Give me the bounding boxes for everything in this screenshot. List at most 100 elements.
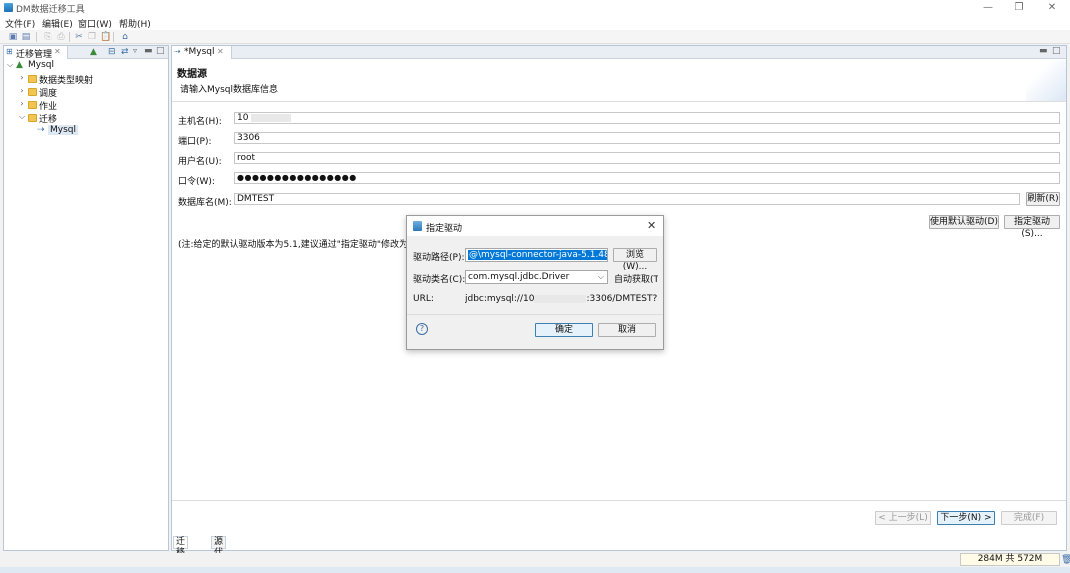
- tab-source-code[interactable]: 源代码: [211, 536, 227, 569]
- host-label: 主机名(H):: [178, 117, 222, 127]
- redacted-block: [251, 113, 292, 122]
- user-label: 用户名(U):: [178, 157, 222, 167]
- minimize-view-icon[interactable]: ▬: [144, 46, 153, 56]
- password-input[interactable]: ●●●●●●●●●●●●●●●●: [234, 172, 1060, 184]
- copy-icon[interactable]: ❐: [87, 32, 97, 42]
- section-title: 数据源: [177, 69, 207, 80]
- dialog-body: 驱动路径(P): @\mysql-connector-java-5.1.48.j…: [407, 236, 663, 349]
- host-input[interactable]: 10: [234, 112, 1060, 124]
- next-button[interactable]: 下一步(N) >: [937, 511, 995, 525]
- ok-button[interactable]: 确定: [535, 323, 593, 337]
- paste-icon[interactable]: 📋: [100, 32, 111, 42]
- port-input[interactable]: 3306: [234, 132, 1060, 144]
- driver-path-value: @\mysql-connector-java-5.1.48.jar: [468, 250, 607, 260]
- folder-icon: [28, 88, 37, 96]
- toolbar: ▣ ▤ ⎘ ⎙ ✂ ❐ 📋 ⌂: [0, 30, 1070, 44]
- cut-icon[interactable]: ✂: [74, 32, 84, 42]
- password-label: 口令(W):: [178, 177, 215, 187]
- tree-item-type-mapping[interactable]: › 数据类型映射: [4, 73, 168, 86]
- banner-graphic: [1026, 60, 1066, 101]
- browse-button[interactable]: 浏览(W)...: [613, 248, 657, 272]
- menu-file[interactable]: 文件(F): [5, 17, 35, 30]
- tab-migration-manager[interactable]: ⊞ 迁移管理 ✕: [4, 46, 68, 60]
- close-button[interactable]: ✕: [1041, 1, 1063, 15]
- port-label: 端口(P):: [178, 137, 212, 147]
- auto-fetch-button[interactable]: 自动获取(T): [614, 272, 658, 285]
- tree-item-migration[interactable]: ⌵ 迁移: [4, 112, 168, 125]
- chevron-right-icon[interactable]: ›: [18, 99, 26, 108]
- tree-item-mysql-root[interactable]: ⌵ ▲ Mysql: [4, 60, 168, 73]
- chevron-right-icon[interactable]: ›: [18, 73, 26, 82]
- memory-status: 284M 共 572M: [960, 553, 1060, 566]
- restore-button[interactable]: ❐: [1008, 1, 1030, 15]
- dialog-close-icon[interactable]: ✕: [647, 219, 656, 232]
- tree-item-label: 作业: [39, 102, 58, 112]
- dialog-title-bar: 指定驱动 ✕: [407, 216, 663, 236]
- folder-icon: [28, 75, 37, 83]
- specify-driver-button[interactable]: 指定驱动(S)...: [1004, 215, 1060, 239]
- tree-item-schedule[interactable]: › 调度: [4, 86, 168, 99]
- divider: [172, 500, 1066, 501]
- cancel-button[interactable]: 取消: [598, 323, 656, 337]
- section-subtitle: 请输入Mysql数据库信息: [180, 85, 278, 95]
- tab-migration-wizard[interactable]: 迁移向导: [173, 536, 189, 573]
- menu-help[interactable]: 帮助(H): [119, 17, 151, 30]
- chevron-down-icon[interactable]: ⌵: [18, 112, 26, 122]
- link-icon[interactable]: ⇄: [121, 47, 129, 57]
- save-icon[interactable]: ▣: [8, 32, 18, 42]
- chevron-down-icon[interactable]: ⌵: [598, 271, 604, 283]
- folder-open-icon: [28, 114, 37, 122]
- menu-edit[interactable]: 编辑(E): [42, 17, 73, 30]
- import-icon[interactable]: ⎘: [43, 32, 53, 42]
- close-tab-icon[interactable]: ✕: [217, 47, 224, 56]
- collapse-icon[interactable]: ⊟: [108, 47, 116, 57]
- url-prefix: jdbc:mysql://10: [465, 294, 535, 304]
- toolbar-separator: [113, 32, 114, 42]
- migration-task-icon: ⇢: [37, 125, 45, 135]
- use-default-driver-button[interactable]: 使用默认驱动(D): [929, 215, 999, 229]
- view-menu-icon[interactable]: ▿: [133, 46, 137, 55]
- tree-item-label: 调度: [39, 89, 58, 99]
- maximize-view-icon[interactable]: □: [156, 46, 165, 56]
- menu-window[interactable]: 窗口(W): [78, 17, 112, 30]
- title-bar: DM数据迁移工具 — ❐ ✕: [0, 0, 1070, 16]
- url-label: URL:: [413, 294, 434, 304]
- tree-item-label: Mysql: [28, 60, 54, 70]
- tree-item-migration-mysql[interactable]: ⇢ Mysql: [4, 125, 168, 138]
- database-label: 数据库名(M):: [178, 198, 232, 208]
- toolbar-separator: [69, 32, 70, 42]
- chevron-down-icon[interactable]: ⌵: [6, 60, 14, 70]
- tree-item-label: 迁移: [39, 115, 58, 125]
- help-icon[interactable]: ?: [416, 323, 428, 335]
- maximize-view-icon[interactable]: □: [1052, 46, 1061, 56]
- close-tab-icon[interactable]: ✕: [54, 47, 61, 56]
- tree-item-label: 数据类型映射: [39, 76, 94, 86]
- minimize-button[interactable]: —: [977, 1, 999, 15]
- trash-icon[interactable]: 🗑: [1061, 555, 1070, 565]
- save-all-icon[interactable]: ▤: [21, 32, 31, 42]
- editor-header: ⇢ *Mysql ✕ ▬ □: [172, 46, 1066, 59]
- export-icon[interactable]: ⎙: [56, 32, 66, 42]
- url-suffix: :3306/DMTEST?tin: [586, 294, 657, 304]
- driver-path-label: 驱动路径(P):: [413, 253, 465, 263]
- minimize-view-icon[interactable]: ▬: [1039, 46, 1048, 56]
- finish-button[interactable]: 完成(F): [1001, 511, 1057, 525]
- database-icon: ▲: [16, 60, 23, 70]
- chevron-right-icon[interactable]: ›: [18, 86, 26, 95]
- tab-mysql-editor[interactable]: ⇢ *Mysql ✕: [172, 46, 232, 59]
- database-input[interactable]: DMTEST: [234, 193, 1020, 205]
- panel-header: ⊞ 迁移管理 ✕ ▲ ⊟ ⇄ ▿ ▬ □: [4, 46, 168, 60]
- new-migration-icon[interactable]: ▲: [90, 47, 97, 57]
- driver-path-input[interactable]: @\mysql-connector-java-5.1.48.jar: [465, 248, 608, 262]
- toolbar-separator: [36, 32, 37, 42]
- user-input[interactable]: root: [234, 152, 1060, 164]
- driver-class-select[interactable]: com.mysql.jdbc.Driver ⌵: [465, 270, 608, 284]
- migration-task-icon: ⇢: [174, 47, 181, 56]
- refresh-button[interactable]: 刷新(R): [1026, 192, 1060, 206]
- tree-view-icon: ⊞: [6, 47, 13, 56]
- tree-item-jobs[interactable]: › 作业: [4, 99, 168, 112]
- home-icon[interactable]: ⌂: [120, 32, 130, 42]
- status-bar: [0, 553, 1070, 567]
- previous-button[interactable]: < 上一步(L): [875, 511, 931, 525]
- redacted-block: [534, 294, 587, 303]
